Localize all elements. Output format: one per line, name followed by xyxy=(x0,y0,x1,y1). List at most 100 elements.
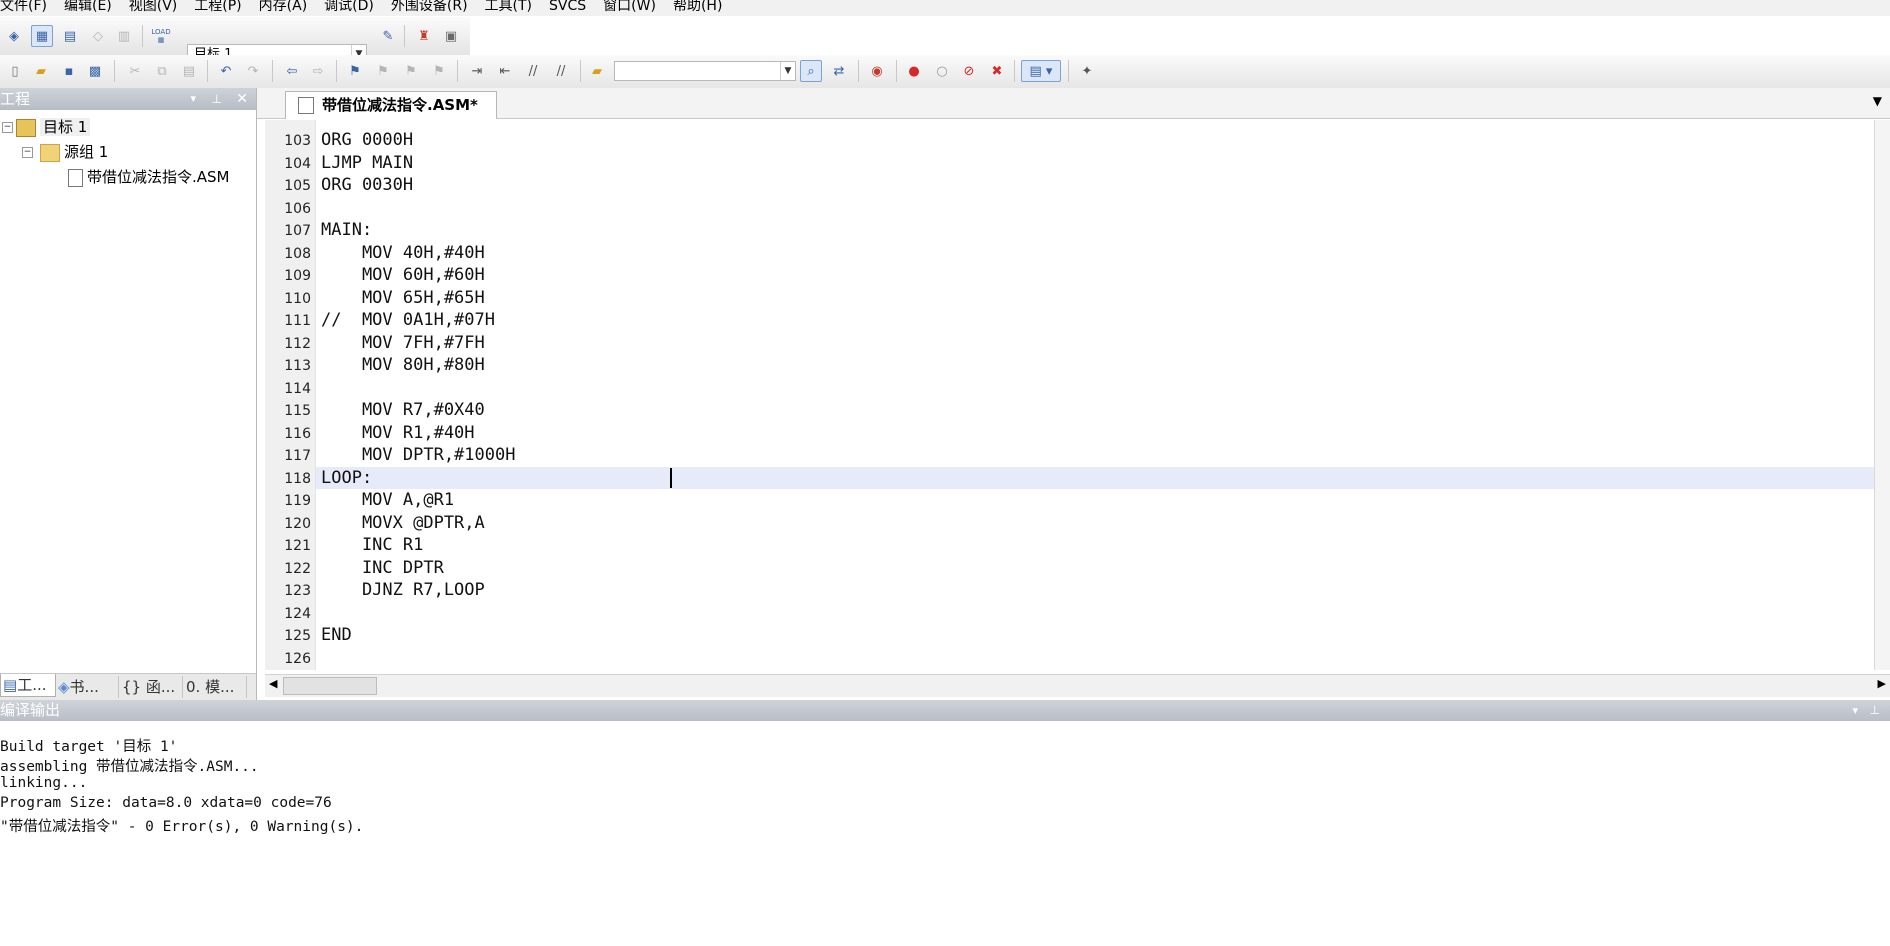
rebuild-icon[interactable]: ▤ xyxy=(59,25,81,47)
tree-item-target[interactable]: 目标 1 xyxy=(16,116,91,138)
menu-debug[interactable]: 调试(D) xyxy=(324,0,374,15)
scroll-right-icon[interactable]: ▶ xyxy=(1878,677,1886,690)
translate-icon[interactable]: ◈ xyxy=(3,25,25,47)
chevron-down-icon[interactable]: ▼ xyxy=(780,62,795,80)
code-line[interactable]: // MOV 0A1H,#07H xyxy=(321,310,495,330)
code-line[interactable]: MOV R7,#0X40 xyxy=(321,400,485,420)
uncomment-icon[interactable]: // xyxy=(550,60,572,82)
bookmark-toggle-icon[interactable]: ⚑ xyxy=(344,60,366,82)
paste-icon[interactable]: ▤ xyxy=(178,60,200,82)
line-number: 123 xyxy=(284,583,311,599)
menu-peripherals[interactable]: 外围设备(R) xyxy=(391,0,468,15)
download-icon[interactable]: LOAD ▦ xyxy=(150,25,172,47)
indent-icon[interactable]: ⇥ xyxy=(466,60,488,82)
pin-icon[interactable]: ⊥ xyxy=(1870,700,1880,721)
menu-file[interactable]: 文件(F) xyxy=(0,0,47,15)
code-line[interactable]: MOV 80H,#80H xyxy=(321,355,485,375)
build-output-title: 编译输出 xyxy=(0,701,61,719)
find-combo[interactable]: ▼ xyxy=(614,61,796,81)
close-icon[interactable]: ✕ xyxy=(236,88,248,110)
undo-icon[interactable]: ↶ xyxy=(215,60,237,82)
code-line[interactable]: DJNZ R7,LOOP xyxy=(321,580,485,600)
code-line[interactable]: MOV 40H,#40H xyxy=(321,243,485,263)
code-line[interactable]: LOOP: xyxy=(321,468,372,488)
scrollbar-thumb[interactable] xyxy=(283,677,377,695)
select-packs-icon[interactable]: ▣ xyxy=(440,25,462,47)
bookmark-next-icon[interactable]: ⚑ xyxy=(400,60,422,82)
code-line[interactable]: END xyxy=(321,625,352,645)
open-file-icon[interactable]: ▰ xyxy=(30,60,52,82)
unindent-icon[interactable]: ⇤ xyxy=(494,60,516,82)
menu-view[interactable]: 视图(V) xyxy=(129,0,178,15)
build-icon[interactable]: ▦ xyxy=(31,25,53,47)
code-line[interactable]: LJMP MAIN xyxy=(321,153,413,173)
panel-menu-icon[interactable]: ▾ xyxy=(190,88,196,110)
copy-icon[interactable]: ⧉ xyxy=(151,60,173,82)
tab-project[interactable]: ▤工... xyxy=(0,674,56,697)
pin-icon[interactable]: ⊥ xyxy=(212,88,222,110)
window-layout-icon[interactable]: ▤ ▾ xyxy=(1021,60,1061,82)
configure-icon[interactable]: ✦ xyxy=(1076,60,1098,82)
enable-breakpoint-icon[interactable]: ○ xyxy=(931,60,953,82)
code-line[interactable]: INC DPTR xyxy=(321,558,444,578)
code-line[interactable]: MOV 60H,#60H xyxy=(321,265,485,285)
menu-window[interactable]: 窗口(W) xyxy=(603,0,656,15)
stop-build-icon[interactable]: ▥ xyxy=(113,25,135,47)
tree-collapse-icon[interactable]: − xyxy=(22,147,33,158)
debug-session-icon[interactable]: ◉ xyxy=(866,60,888,82)
find-icon[interactable]: ⌕ xyxy=(800,60,822,82)
kill-breakpoints-icon[interactable]: ✖ xyxy=(986,60,1008,82)
tab-books[interactable]: ◈书... xyxy=(56,676,119,698)
batch-build-icon[interactable]: ◇ xyxy=(87,25,109,47)
panel-menu-icon[interactable]: ▾ xyxy=(1852,700,1858,721)
toolbar-separator xyxy=(580,60,581,82)
output-line: Build target '目标 1' xyxy=(0,739,178,755)
comment-icon[interactable]: // xyxy=(522,60,544,82)
tree-collapse-icon[interactable]: − xyxy=(2,122,13,133)
menu-edit[interactable]: 编辑(E) xyxy=(64,0,112,15)
navigate-back-icon[interactable]: ⇦ xyxy=(281,60,303,82)
find-in-files-icon[interactable]: ▰ xyxy=(586,60,608,82)
target-options-icon[interactable]: ✎ xyxy=(377,25,399,47)
navigate-forward-icon[interactable]: ⇨ xyxy=(307,60,329,82)
insert-breakpoint-icon[interactable]: ● xyxy=(903,60,925,82)
code-line[interactable]: MOV 65H,#65H xyxy=(321,288,485,308)
disable-breakpoints-icon[interactable]: ⊘ xyxy=(958,60,980,82)
new-file-icon[interactable]: ▯ xyxy=(4,60,26,82)
tree-item-file[interactable]: 带借位减法指令.ASM xyxy=(68,166,230,188)
redo-icon[interactable]: ↷ xyxy=(242,60,264,82)
bookmark-clear-icon[interactable]: ⚑ xyxy=(428,60,450,82)
menu-tools[interactable]: 工具(T) xyxy=(485,0,532,15)
code-line[interactable]: MOVX @DPTR,A xyxy=(321,513,485,533)
save-all-icon[interactable]: ▩ xyxy=(84,60,106,82)
code-line[interactable]: ORG 0000H xyxy=(321,130,413,150)
code-line[interactable]: MOV R1,#40H xyxy=(321,423,475,443)
menu-memory[interactable]: 内存(A) xyxy=(259,0,308,15)
code-line[interactable]: MOV 7FH,#7FH xyxy=(321,333,485,353)
menu-project[interactable]: 工程(P) xyxy=(194,0,241,15)
vertical-scrollbar[interactable] xyxy=(1874,120,1890,670)
menu-help[interactable]: 帮助(H) xyxy=(673,0,722,15)
code-line[interactable]: MAIN: xyxy=(321,220,372,240)
save-icon[interactable]: ▪ xyxy=(58,60,80,82)
line-number: 125 xyxy=(284,628,311,644)
toolbar-separator xyxy=(858,60,859,82)
tab-functions[interactable]: {} 函... xyxy=(120,676,183,698)
tab-templates[interactable]: 0. 模... xyxy=(184,676,247,698)
line-number: 121 xyxy=(284,538,311,554)
manage-components-icon[interactable]: ♜ xyxy=(413,25,435,47)
tab-list-icon[interactable]: ▼ xyxy=(1873,94,1882,108)
tab-document[interactable]: 带借位减法指令.ASM* xyxy=(285,91,497,119)
code-line[interactable]: ORG 0030H xyxy=(321,175,413,195)
scroll-left-icon[interactable]: ◀ xyxy=(269,677,277,690)
cut-icon[interactable]: ✂ xyxy=(124,60,146,82)
menu-svcs[interactable]: SVCS xyxy=(549,0,586,15)
horizontal-scrollbar[interactable]: ◀ ▶ xyxy=(265,674,1890,697)
code-line[interactable]: MOV A,@R1 xyxy=(321,490,454,510)
tree-item-group[interactable]: 源组 1 xyxy=(40,141,108,163)
bookmark-prev-icon[interactable]: ⚑ xyxy=(372,60,394,82)
code-line[interactable]: INC R1 xyxy=(321,535,423,555)
tab-project-label: 工... xyxy=(17,676,47,694)
replace-icon[interactable]: ⇄ xyxy=(828,60,850,82)
code-line[interactable]: MOV DPTR,#1000H xyxy=(321,445,516,465)
